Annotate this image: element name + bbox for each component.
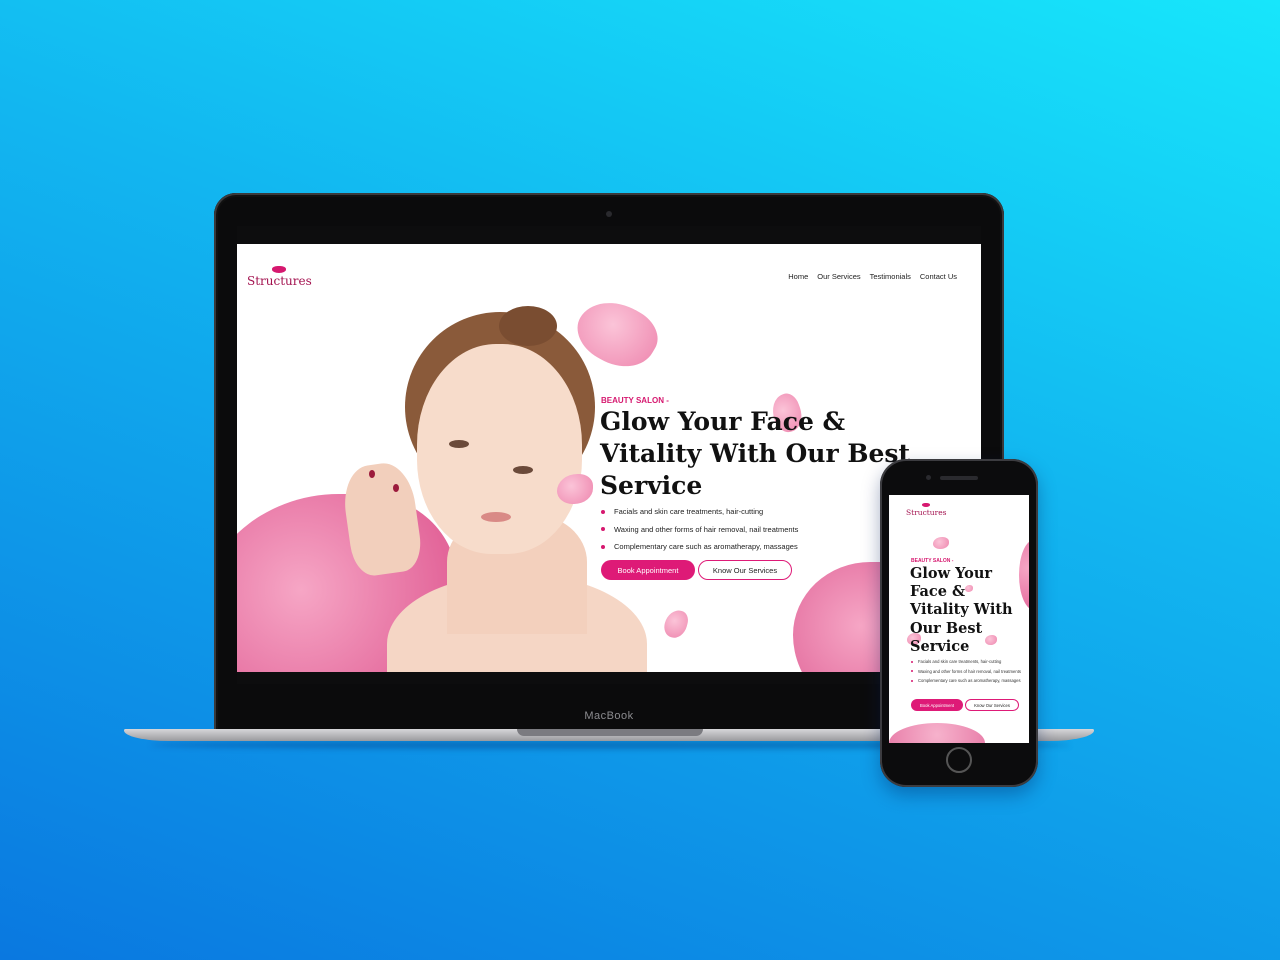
model-nail (393, 484, 399, 492)
floating-petal (557, 474, 593, 504)
list-item-text: Complementary care such as aromatherapy,… (918, 678, 1021, 683)
list-item-text: Waxing and other forms of hair removal, … (918, 668, 1021, 674)
book-appointment-button[interactable]: Book Appointment (911, 699, 963, 711)
know-our-services-button[interactable]: Know Our Services (965, 699, 1019, 711)
bullet-dot-icon (911, 679, 913, 682)
bullet-dot-icon (601, 544, 605, 549)
list-item-text: Waxing and other forms of hair removal, … (614, 524, 799, 534)
know-our-services-button[interactable]: Know Our Services (698, 560, 792, 580)
hero-bullet-list: Facials and skin care treatments, hair-c… (601, 507, 798, 560)
list-item: Complementary care such as aromatherapy,… (911, 678, 1023, 684)
phone-screen: Structures BEAUTY SALON - Glow Your Face… (889, 495, 1029, 743)
list-item: Waxing and other forms of hair removal, … (601, 525, 798, 534)
list-item: Facials and skin care treatments, hair-c… (911, 659, 1023, 665)
hero-bullet-list: Facials and skin care treatments, hair-c… (911, 659, 1023, 688)
list-item: Waxing and other forms of hair removal, … (911, 669, 1023, 675)
nav-testimonials[interactable]: Testimonials (870, 272, 911, 281)
model-hair-bun (499, 306, 557, 346)
hero-kicker: BEAUTY SALON - (911, 558, 954, 564)
home-button-icon[interactable] (946, 747, 972, 773)
model-nail (369, 470, 375, 478)
list-item-text: Complementary care such as aromatherapy,… (614, 542, 798, 551)
main-nav: Home Our Services Testimonials Contact U… (788, 272, 957, 281)
hero-title: Glow Your Face & Vitality With Our Best … (910, 565, 1013, 655)
phone-speaker (940, 476, 978, 480)
model-eye-left (449, 440, 469, 448)
list-item: Facials and skin care treatments, hair-c… (601, 507, 798, 516)
screen-bezel-bottom (237, 672, 981, 684)
screen-bezel-top (237, 226, 981, 244)
webcam-icon (606, 211, 612, 217)
model-face (417, 344, 582, 554)
list-item: Complementary care such as aromatherapy,… (601, 542, 798, 551)
lips-logo-icon (922, 503, 931, 507)
floating-petal (933, 537, 949, 549)
bullet-dot-icon (911, 660, 913, 663)
bullet-dot-icon (601, 527, 605, 531)
logo-text: Structures (906, 508, 947, 517)
nav-home[interactable]: Home (788, 272, 808, 281)
model-lips (481, 512, 511, 522)
phone-camera-icon (926, 475, 931, 480)
site-logo[interactable]: Structures (906, 503, 947, 517)
site-logo[interactable]: Structures (247, 266, 312, 288)
list-item-text: Facials and skin care treatments, hair-c… (614, 507, 764, 516)
laptop-screen: Structures Home Our Services Testimonial… (237, 226, 981, 684)
book-appointment-button[interactable]: Book Appointment (601, 560, 695, 580)
pink-petal-image (889, 723, 985, 743)
lips-logo-icon (272, 266, 287, 273)
floating-petal (661, 607, 691, 641)
list-item-text: Facials and skin care treatments, hair-c… (918, 659, 1002, 664)
model-eye-right (513, 466, 533, 474)
laptop-notch (517, 729, 703, 736)
hero-kicker: BEAUTY SALON - (601, 396, 669, 405)
bullet-dot-icon (911, 670, 913, 672)
nav-our-services[interactable]: Our Services (817, 272, 860, 281)
bullet-dot-icon (601, 509, 605, 514)
nav-contact-us[interactable]: Contact Us (920, 272, 957, 281)
logo-text: Structures (247, 274, 312, 288)
